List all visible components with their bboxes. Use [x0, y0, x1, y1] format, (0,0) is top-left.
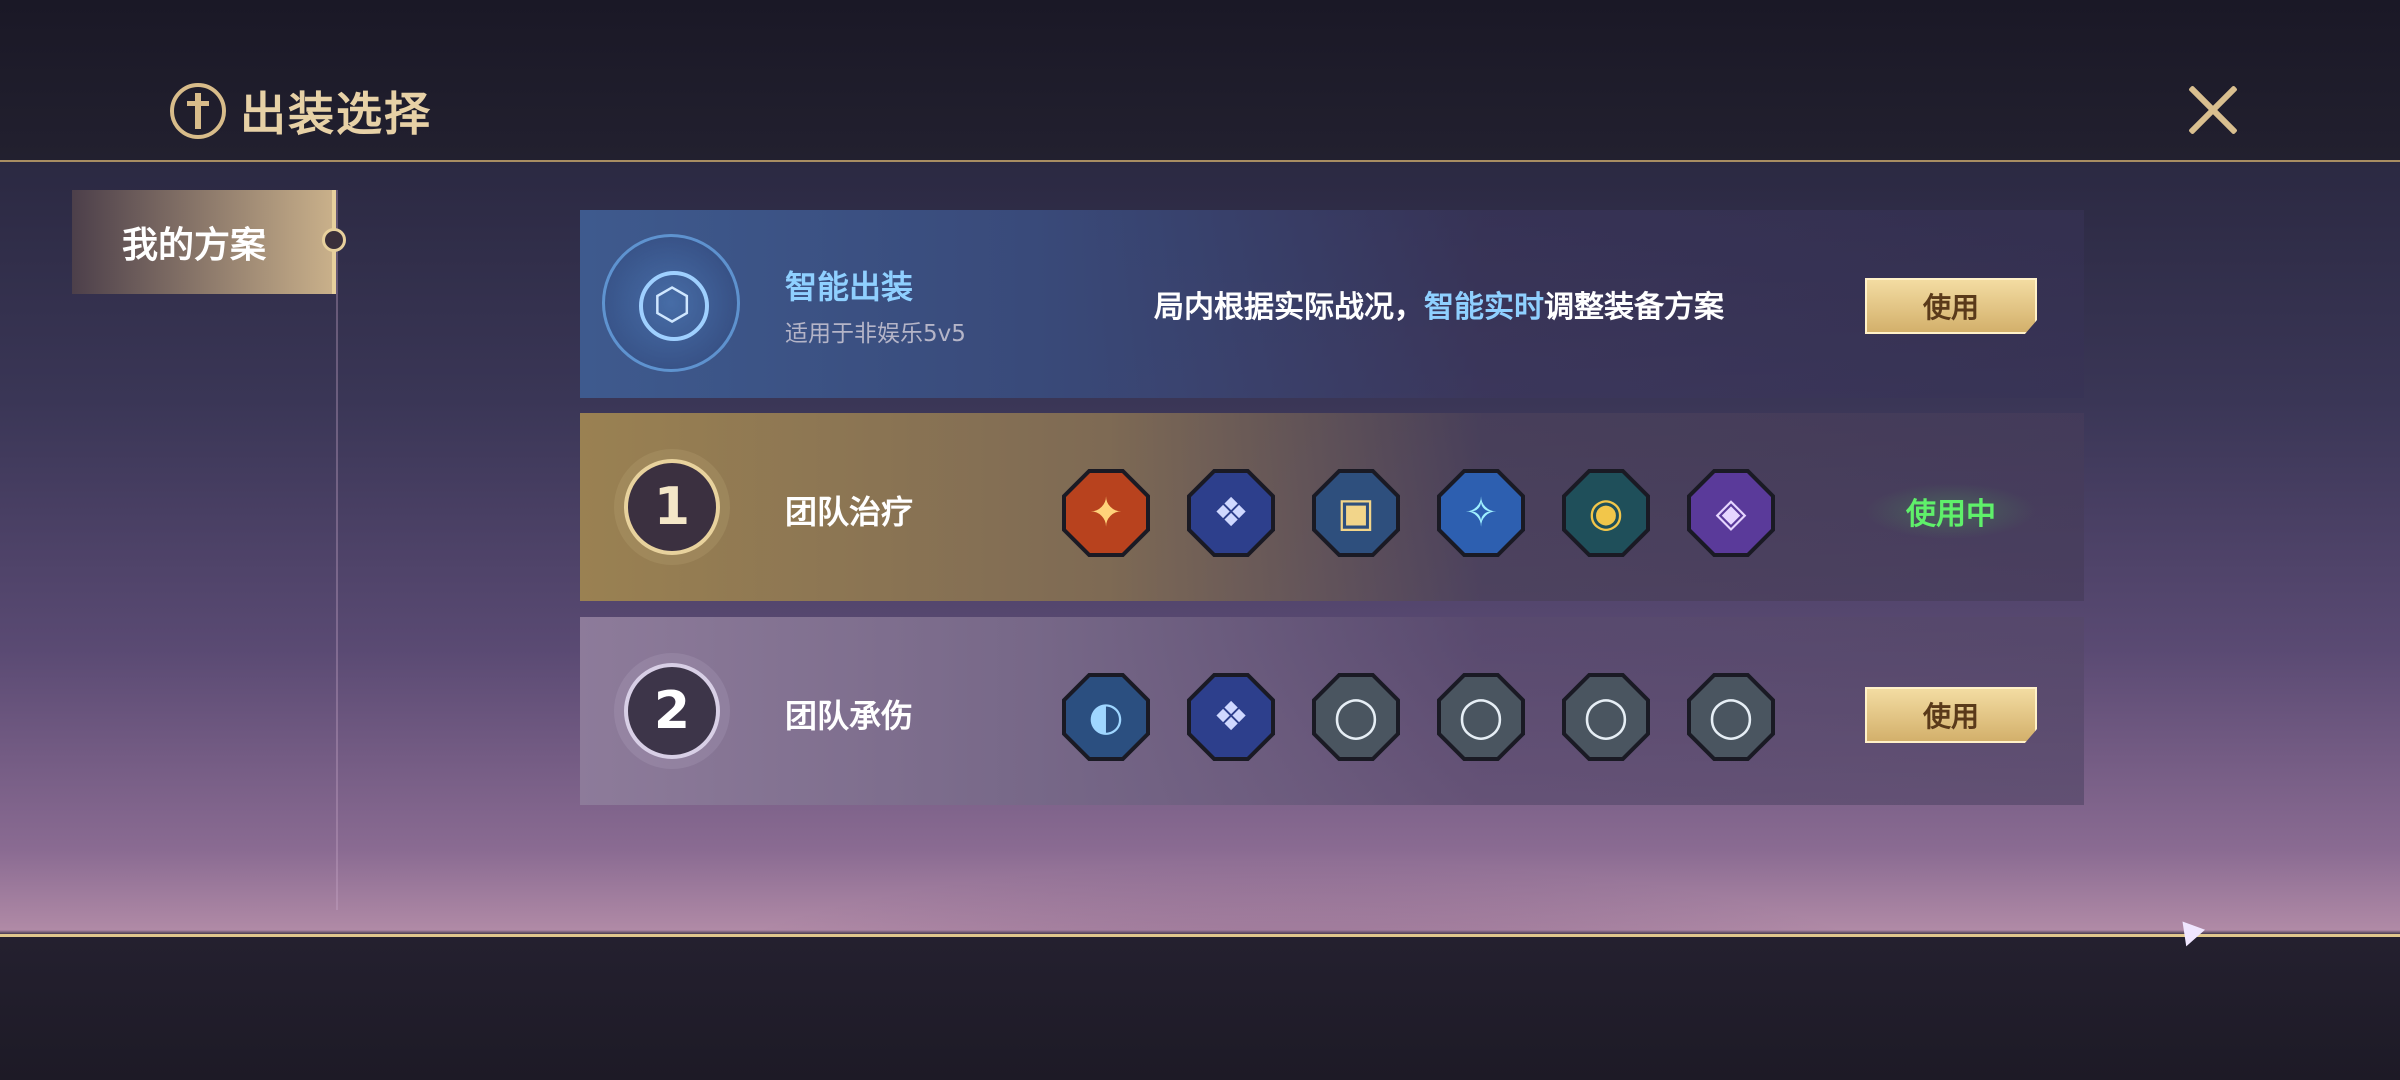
in-use-status: 使用中	[1865, 483, 2037, 539]
description-prefix: 局内根据实际战况，	[1154, 290, 1424, 325]
blue-wing-helm-icon[interactable]: ❖	[1187, 673, 1275, 761]
top-bar: 出装选择	[0, 0, 2400, 162]
plan-item-list: ◐ ❖ ◯ ◯ ◯ ◯	[1062, 673, 1812, 761]
smart-build-title: 智能出装	[785, 268, 914, 306]
smart-build-emblem-icon	[602, 234, 740, 372]
silver-ring-icon[interactable]: ◯	[1562, 673, 1650, 761]
selection-indicator-icon	[322, 228, 346, 252]
silver-ring-icon[interactable]: ◯	[1687, 673, 1775, 761]
description-suffix: 调整装备方案	[1544, 290, 1724, 325]
smart-build-card: 智能出装 适用于非娱乐5v5 局内根据实际战况，智能实时调整装备方案 使用	[580, 210, 2084, 398]
description-highlight: 智能实时	[1424, 290, 1544, 325]
close-button[interactable]	[2186, 82, 2242, 138]
smart-build-description: 局内根据实际战况，智能实时调整装备方案	[1154, 282, 1724, 326]
smart-build-use-button[interactable]: 使用	[1865, 278, 2037, 334]
bottom-area	[0, 937, 2400, 1080]
purple-rune-stone-icon[interactable]: ◈	[1687, 469, 1775, 557]
golden-orb-icon[interactable]: ◉	[1562, 469, 1650, 557]
silver-ring-icon[interactable]: ◯	[1437, 673, 1525, 761]
page-title: 出装选择	[240, 87, 432, 141]
plan-number-badge: 1	[624, 459, 720, 555]
sword-shield-icon	[170, 83, 226, 139]
smart-build-subtitle: 适用于非娱乐5v5	[785, 321, 966, 347]
plan-card-2[interactable]: 2 团队承伤 ◐ ❖ ◯ ◯ ◯ ◯ 使用	[580, 617, 2084, 805]
plan-name: 团队治疗	[785, 493, 914, 531]
sidebar-item-my-plans[interactable]: 我的方案	[72, 190, 346, 294]
eagle-eye-icon[interactable]: ◐	[1062, 673, 1150, 761]
hexagon-icon	[639, 271, 709, 341]
plan-name: 团队承伤	[785, 697, 914, 735]
silver-ring-icon[interactable]: ◯	[1312, 673, 1400, 761]
plan-2-use-button[interactable]: 使用	[1865, 687, 2037, 743]
plan-item-list: ✦ ❖ ▣ ✧ ◉ ◈	[1062, 469, 1812, 557]
crystal-scepter-icon[interactable]: ✧	[1437, 469, 1525, 557]
flame-crest-icon[interactable]: ✦	[1062, 469, 1150, 557]
page-title-group: 出装选择	[170, 78, 432, 144]
plan-number-badge: 2	[624, 663, 720, 759]
sidebar-divider	[336, 190, 338, 910]
spell-book-icon[interactable]: ▣	[1312, 469, 1400, 557]
blue-wing-helm-icon[interactable]: ❖	[1187, 469, 1275, 557]
plan-card-1[interactable]: 1 团队治疗 ✦ ❖ ▣ ✧ ◉ ◈ 使用中	[580, 413, 2084, 601]
sidebar-item-label: 我的方案	[122, 225, 267, 266]
